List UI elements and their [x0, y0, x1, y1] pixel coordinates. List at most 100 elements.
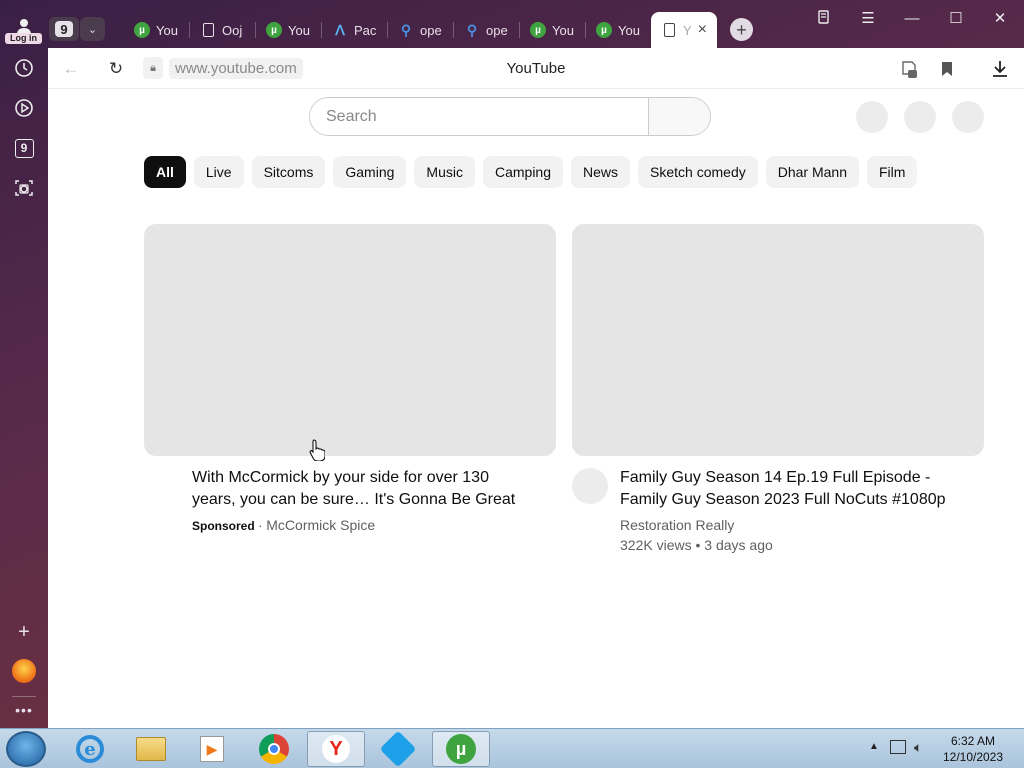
- download-icon[interactable]: [989, 58, 1011, 80]
- taskbar: e ▶ Y µ ▲ 🔈︎ 6:32 AM 12/10/2023: [0, 728, 1024, 768]
- tab-menu-button[interactable]: ⌄: [80, 17, 105, 41]
- tab-active-youtube[interactable]: Y ×: [651, 12, 717, 48]
- tab-search-1[interactable]: ⚲ ope: [388, 12, 454, 48]
- channel-avatar[interactable]: [572, 468, 608, 504]
- screenshot-icon[interactable]: [12, 176, 36, 200]
- tab-pacman[interactable]: ᐱ Pac: [322, 12, 388, 48]
- new-tab-button[interactable]: +: [730, 18, 753, 41]
- sponsored-line: Sponsored · McCormick Spice: [192, 517, 375, 533]
- search-input[interactable]: [310, 98, 648, 135]
- menu-icon[interactable]: ☰: [853, 6, 883, 30]
- chips-fade: [908, 156, 948, 188]
- close-window-icon[interactable]: ✕: [985, 6, 1015, 30]
- tab-label: Ooj: [222, 22, 243, 38]
- utorrent-icon: µ: [266, 22, 282, 38]
- tab-youtube-3[interactable]: µ You: [520, 12, 586, 48]
- media-player-icon[interactable]: ▶: [183, 731, 241, 767]
- yandex-icon[interactable]: Y: [307, 731, 365, 767]
- chip-live[interactable]: Live: [193, 156, 244, 188]
- channel-name[interactable]: McCormick Spice: [266, 517, 375, 533]
- video-title-line[interactable]: years, you can be sure… It's Gonna Be Gr…: [192, 489, 515, 511]
- clock[interactable]: 6:32 AM 12/10/2023: [938, 733, 1008, 765]
- player-icon[interactable]: [12, 96, 36, 120]
- tab-label: Y: [683, 22, 692, 38]
- tab-youtube-1[interactable]: µ You: [124, 12, 190, 48]
- utorrent-icon: µ: [596, 22, 612, 38]
- chip-sitcoms[interactable]: Sitcoms: [251, 156, 326, 188]
- address-bar: ← ↻ YouTube 🔒︎ www.youtube.com: [48, 48, 1024, 89]
- more-icon[interactable]: •••: [12, 698, 36, 722]
- search-button[interactable]: [648, 98, 710, 135]
- avatar[interactable]: [952, 101, 984, 133]
- volume-muted-icon[interactable]: 🔈︎: [914, 739, 922, 756]
- bookmark-icon[interactable]: [936, 58, 958, 80]
- chip-camping[interactable]: Camping: [482, 156, 563, 188]
- add-icon[interactable]: +: [12, 620, 36, 644]
- chip-news[interactable]: News: [571, 156, 631, 188]
- pacman-icon: ᐱ: [335, 21, 345, 38]
- file-explorer-icon[interactable]: [122, 731, 180, 767]
- chrome-icon[interactable]: [245, 731, 303, 767]
- notifications-icon[interactable]: [904, 101, 936, 133]
- tray-expand-icon[interactable]: ▲: [869, 741, 879, 752]
- utorrent-icon[interactable]: µ: [432, 731, 490, 767]
- tab-document-1[interactable]: Ooj: [190, 12, 256, 48]
- chip-sketch-comedy[interactable]: Sketch comedy: [638, 156, 758, 188]
- video-thumbnail[interactable]: [572, 224, 984, 456]
- url-box[interactable]: 🔒︎ www.youtube.com: [143, 56, 303, 80]
- tab-sync-icon[interactable]: [809, 6, 839, 30]
- start-button[interactable]: [6, 731, 46, 767]
- close-tab-icon[interactable]: ×: [698, 21, 707, 39]
- chip-dhar-mann[interactable]: Dhar Mann: [765, 156, 859, 188]
- utorrent-icon: µ: [530, 22, 546, 38]
- sponsored-label: Sponsored: [192, 519, 255, 533]
- video-thumbnail[interactable]: [144, 224, 556, 456]
- tab-label: You: [552, 22, 574, 38]
- minimize-icon[interactable]: —: [897, 6, 927, 30]
- separator: ·: [258, 518, 263, 533]
- history-icon[interactable]: [12, 56, 36, 80]
- tab-youtube-2[interactable]: µ You: [256, 12, 322, 48]
- nine-tabs-icon[interactable]: 9: [12, 136, 36, 160]
- tab-count: 9: [55, 21, 73, 37]
- video-title-line[interactable]: Family Guy Season 2023 Full NoCuts #1080…: [620, 489, 946, 511]
- channel-name[interactable]: Restoration Really: [620, 517, 734, 533]
- tab-label: You: [156, 22, 178, 38]
- clock-date: 12/10/2023: [942, 750, 1004, 764]
- internet-explorer-icon[interactable]: e: [61, 731, 119, 767]
- tab-label: ope: [420, 22, 442, 38]
- chip-gaming[interactable]: Gaming: [333, 156, 407, 188]
- tab-label: ope: [486, 22, 508, 38]
- tab-label: You: [288, 22, 310, 38]
- tab-count-badge: 9: [14, 138, 34, 158]
- utorrent-icon: µ: [134, 22, 150, 38]
- clock-time: 6:32 AM: [950, 734, 996, 748]
- chip-all[interactable]: All: [144, 156, 186, 188]
- tab-label: You: [618, 22, 640, 38]
- chip-music[interactable]: Music: [414, 156, 475, 188]
- app-icon[interactable]: [369, 730, 427, 768]
- network-icon[interactable]: [890, 740, 906, 754]
- video-title-line[interactable]: Family Guy Season 14 Ep.19 Full Episode …: [620, 467, 930, 489]
- tab-count-button[interactable]: 9: [49, 17, 79, 41]
- filter-chips: All Live Sitcoms Gaming Music Camping News Sket…: [144, 156, 988, 188]
- search-icon: ⚲: [466, 21, 478, 38]
- sidebar-divider: [12, 696, 36, 697]
- video-stats: 322K views • 3 days ago: [620, 537, 773, 553]
- url-text[interactable]: www.youtube.com: [169, 57, 303, 79]
- create-icon[interactable]: [856, 101, 888, 133]
- lock-icon[interactable]: 🔒︎: [143, 57, 163, 79]
- tab-youtube-4[interactable]: µ You: [586, 12, 650, 48]
- ad-block-icon[interactable]: [898, 58, 920, 80]
- document-icon: [200, 22, 216, 38]
- search-box[interactable]: [309, 97, 711, 136]
- login-label[interactable]: Log in: [5, 33, 42, 44]
- hand-cursor-icon: [309, 439, 326, 466]
- chevron-down-icon: ⌄: [87, 23, 98, 36]
- extension-icon[interactable]: [12, 659, 36, 683]
- maximize-icon[interactable]: ☐: [941, 6, 971, 30]
- browser-sidebar: Log in 9 + •••: [0, 0, 48, 728]
- tab-label: Pac: [354, 22, 377, 38]
- tab-search-2[interactable]: ⚲ ope: [454, 12, 520, 48]
- video-title-line[interactable]: With McCormick by your side for over 130: [192, 467, 489, 489]
